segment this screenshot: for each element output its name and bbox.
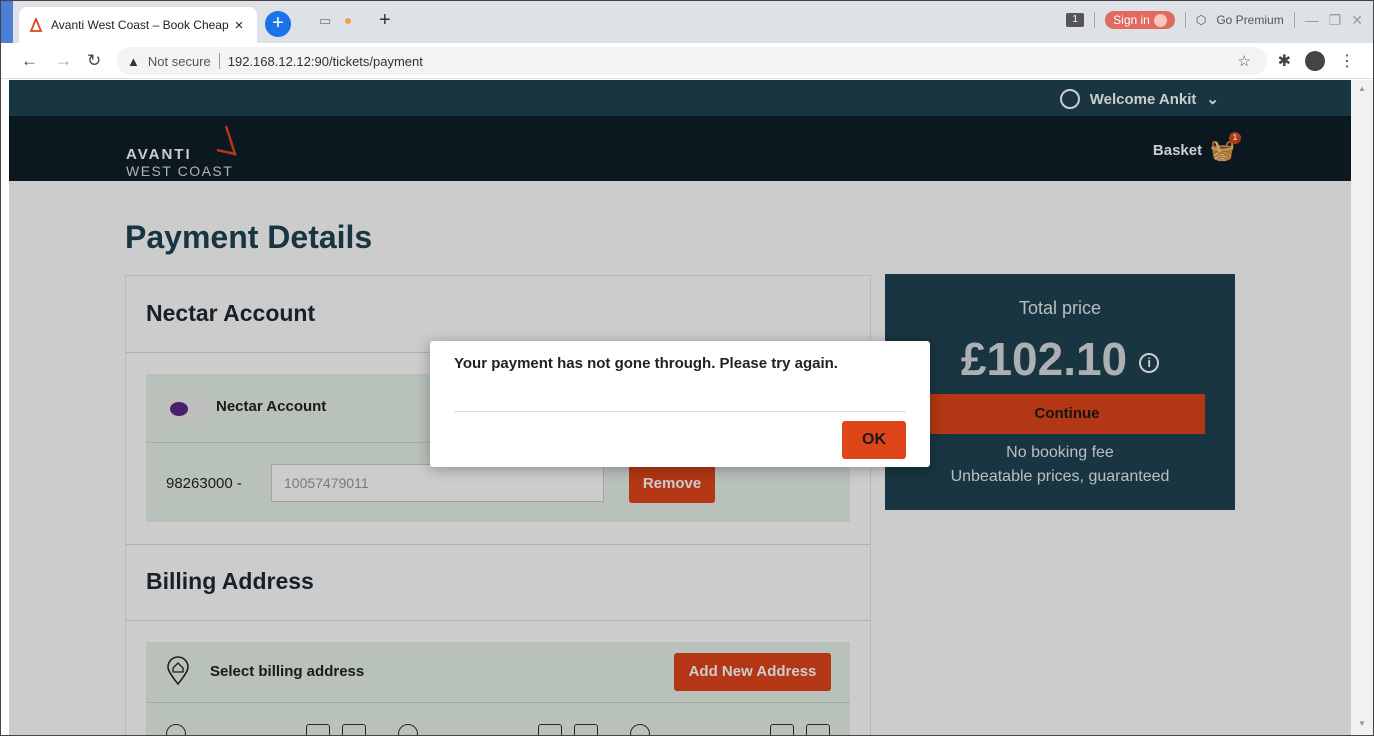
profile-icon[interactable]	[1305, 51, 1325, 71]
divider	[454, 411, 906, 412]
divider	[218, 53, 220, 69]
scroll-up-icon[interactable]: ▲	[1358, 84, 1366, 93]
page-scrollbar[interactable]: ▲ ▼	[1351, 80, 1373, 735]
tab-title: Avanti West Coast – Book Cheap	[51, 18, 229, 32]
scroll-down-icon[interactable]: ▼	[1358, 719, 1366, 728]
ok-button[interactable]: OK	[842, 421, 906, 459]
url-field[interactable]: ▲ Not secure 192.168.12.12:90/tickets/pa…	[117, 47, 1267, 75]
back-icon[interactable]: ←	[21, 51, 38, 71]
close-window-icon[interactable]: ✕	[1351, 12, 1363, 29]
browser-window: Avanti West Coast – Book Cheap × + ▭ + 1…	[0, 0, 1374, 736]
bookmark-star-icon[interactable]: ☆	[1238, 52, 1251, 70]
warning-icon: ▲	[127, 53, 140, 69]
add-icon[interactable]: +	[265, 11, 291, 37]
address-bar: ← → ↻ ▲ Not secure 192.168.12.12:90/tick…	[1, 43, 1373, 79]
premium-icon: ⬡	[1195, 13, 1207, 27]
extensions-icon[interactable]: ✱	[1278, 51, 1291, 71]
avanti-favicon-icon	[29, 18, 43, 32]
notification-dot	[345, 18, 351, 24]
restore-icon[interactable]: ❐	[1329, 12, 1342, 29]
tab-strip: Avanti West Coast – Book Cheap × + ▭ + 1…	[1, 1, 1373, 43]
tabstrip-actions: 1 Sign in ⬡ Go Premium — ❐ ✕	[1066, 11, 1363, 29]
dialog-message: Your payment has not gone through. Pleas…	[454, 355, 838, 372]
sign-in-label: Sign in	[1113, 13, 1150, 27]
forward-icon[interactable]: →	[55, 51, 72, 71]
tab-count-badge[interactable]: 1	[1066, 13, 1085, 27]
sign-in-button[interactable]: Sign in	[1105, 11, 1175, 29]
payment-error-dialog: Your payment has not gone through. Pleas…	[430, 341, 930, 467]
not-secure-label: Not secure	[147, 53, 211, 69]
new-tab-button[interactable]: +	[379, 9, 391, 32]
divider	[1184, 12, 1186, 28]
avatar-icon	[1153, 13, 1167, 27]
divider	[1094, 12, 1096, 28]
menu-icon[interactable]: ⋮	[1339, 51, 1355, 71]
web-page: Welcome Ankit ⌄ AVANTI WEST COAST Basket…	[9, 80, 1351, 735]
go-premium-link[interactable]: Go Premium	[1216, 13, 1283, 27]
url-text: 192.168.12.12:90/tickets/payment	[227, 53, 423, 69]
browser-tab[interactable]: Avanti West Coast – Book Cheap ×	[19, 7, 257, 43]
cast-icon[interactable]: ▭	[319, 13, 331, 29]
minimize-icon[interactable]: —	[1305, 12, 1319, 28]
tab-close-icon[interactable]: ×	[231, 17, 247, 34]
toolbar-actions: ✱ ⋮	[1278, 51, 1355, 71]
divider	[1293, 12, 1295, 28]
reload-icon[interactable]: ↻	[87, 51, 101, 71]
tab-group-edge	[1, 1, 13, 43]
